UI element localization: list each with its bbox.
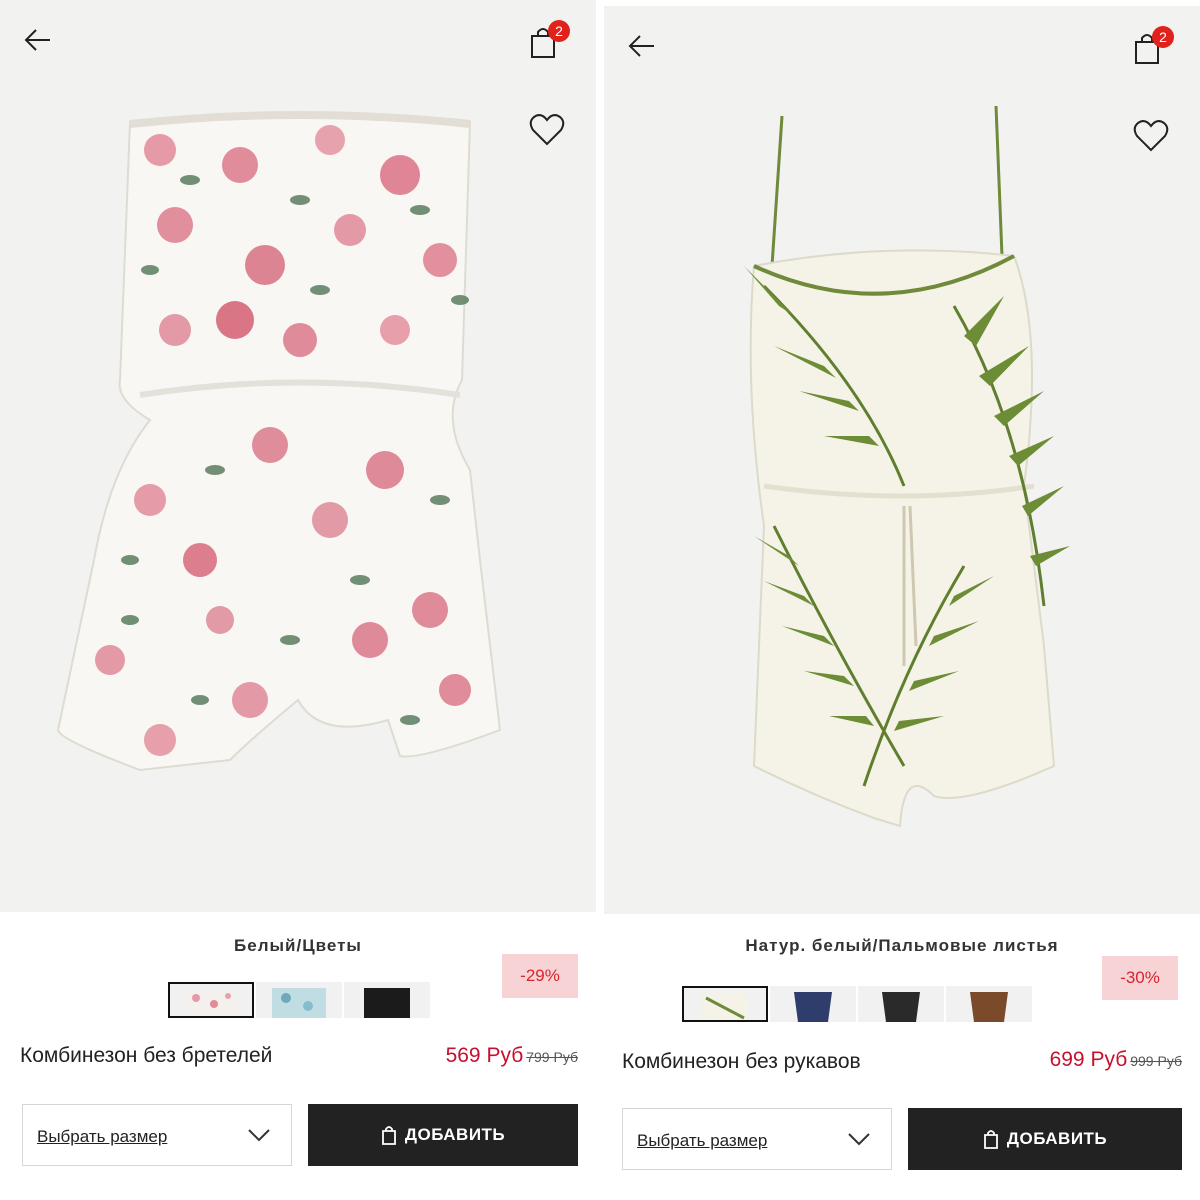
size-select-label: Выбрать размер bbox=[637, 1131, 768, 1150]
bag-icon bbox=[983, 1130, 998, 1149]
swatch-thumbnail bbox=[272, 988, 326, 1018]
bag-icon bbox=[381, 1126, 396, 1145]
swatch-thumbnail bbox=[702, 994, 748, 1020]
swatch-navy-print[interactable] bbox=[770, 986, 856, 1022]
add-to-cart-button[interactable]: ДОБАВИТЬ bbox=[908, 1108, 1182, 1170]
price-old: 999 Руб bbox=[1130, 1053, 1182, 1069]
romper-palm-image bbox=[744, 105, 1070, 828]
swatch-thumbnail bbox=[186, 990, 236, 1016]
product-panel-left: 2 Белый/Цветы -29% Комбинезон без бретел… bbox=[0, 0, 596, 1200]
romper-floral-image bbox=[56, 111, 502, 772]
swatch-blue-print[interactable] bbox=[256, 982, 342, 1018]
price: 569 Руб 799 Руб bbox=[446, 1044, 578, 1068]
swatch-thumbnail bbox=[970, 992, 1008, 1022]
chevron-down-icon bbox=[848, 1133, 870, 1146]
price-old: 799 Руб bbox=[526, 1049, 578, 1065]
swatch-list bbox=[168, 982, 430, 1018]
chevron-down-icon bbox=[248, 1129, 270, 1142]
discount-badge: -30% bbox=[1102, 956, 1178, 1000]
swatch-thumbnail bbox=[794, 992, 832, 1022]
add-button-label: ДОБАВИТЬ bbox=[404, 1125, 506, 1144]
swatch-brown-print[interactable] bbox=[946, 986, 1032, 1022]
back-arrow-icon[interactable] bbox=[624, 28, 660, 64]
cart-count-badge: 2 bbox=[1152, 26, 1174, 48]
swatch-black[interactable] bbox=[344, 982, 430, 1018]
product-photo: 2 bbox=[0, 0, 596, 912]
add-button-label: ДОБАВИТЬ bbox=[1006, 1129, 1108, 1148]
swatch-white-floral[interactable] bbox=[168, 982, 254, 1018]
size-select[interactable]: Выбрать размер bbox=[22, 1104, 292, 1166]
add-to-cart-button[interactable]: ДОБАВИТЬ bbox=[308, 1104, 578, 1166]
size-select[interactable]: Выбрать размер bbox=[622, 1108, 892, 1170]
product-name: Комбинезон без бретелей bbox=[20, 1044, 273, 1067]
swatch-palm-print[interactable] bbox=[682, 986, 768, 1022]
color-name: Белый/Цветы bbox=[234, 936, 362, 955]
heart-icon[interactable] bbox=[1132, 118, 1170, 154]
price-new: 699 Руб bbox=[1049, 1048, 1128, 1071]
swatch-thumbnail bbox=[882, 992, 920, 1022]
swatch-list bbox=[682, 986, 1032, 1022]
back-arrow-icon[interactable] bbox=[20, 22, 56, 58]
discount-badge: -29% bbox=[502, 954, 578, 998]
size-select-label: Выбрать размер bbox=[37, 1127, 168, 1146]
color-name: Натур. белый/Пальмовые листья bbox=[745, 936, 1059, 955]
cart-count-badge: 2 bbox=[548, 20, 570, 42]
product-name: Комбинезон без рукавов bbox=[622, 1050, 861, 1073]
product-panel-right: 2 Натур. белый/Пальмовые листья -30% Ком… bbox=[604, 0, 1200, 1200]
heart-icon[interactable] bbox=[528, 112, 566, 148]
product-photo: 2 bbox=[604, 6, 1200, 914]
panel-divider bbox=[596, 0, 604, 1200]
swatch-thumbnail bbox=[364, 988, 410, 1018]
price-new: 569 Руб bbox=[445, 1044, 524, 1067]
price: 699 Руб 999 Руб bbox=[1050, 1048, 1182, 1072]
swatch-black-print[interactable] bbox=[858, 986, 944, 1022]
